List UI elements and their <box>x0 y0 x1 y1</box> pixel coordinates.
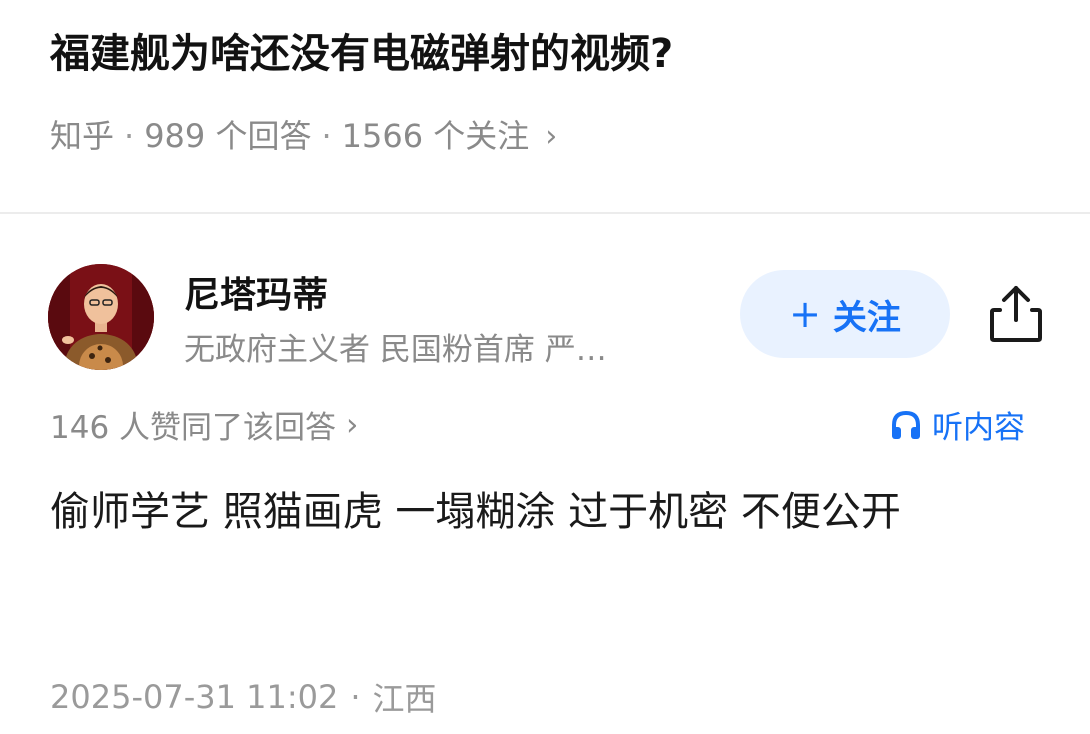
source-label: 知乎 <box>50 117 115 155</box>
share-icon[interactable] <box>986 282 1046 346</box>
chevron-right-icon: › <box>346 406 359 443</box>
answer-location: 江西 <box>372 680 437 718</box>
followers-count: 1566 个关注 <box>341 117 530 155</box>
author-name[interactable]: 尼塔玛蒂 <box>184 266 328 318</box>
likes-text: 146 人赞同了该回答 <box>50 410 337 446</box>
question-title[interactable]: 福建舰为啥还没有电磁弹射的视频? <box>50 28 673 80</box>
meta-separator: · <box>124 117 135 155</box>
avatar[interactable] <box>48 264 154 370</box>
answer-date: 2025-07-31 11:02 <box>50 678 339 716</box>
likes-count[interactable]: 146 人赞同了该回答 › <box>50 402 358 447</box>
answer-footer: 2025-07-31 11:02 · 江西 <box>50 674 437 720</box>
footer-separator: · <box>350 678 361 716</box>
question-meta[interactable]: 知乎 · 989 个回答 · 1566 个关注 › <box>50 116 557 158</box>
headphones-icon <box>892 410 920 439</box>
follow-label: 关注 <box>832 297 901 338</box>
answer-content[interactable]: 偷师学艺 照猫画虎 一塌糊涂 过于机密 不便公开 <box>50 474 1050 550</box>
avatar-photo-icon <box>48 264 154 370</box>
listen-button[interactable]: 听内容 <box>888 402 1025 447</box>
answers-count: 989 个回答 <box>144 117 312 155</box>
follow-button[interactable]: + 关注 <box>740 270 950 358</box>
meta-separator: · <box>321 117 332 155</box>
plus-icon: + <box>789 292 821 336</box>
author-bio: 无政府主义者 民国粉首席 严… <box>184 332 607 368</box>
section-divider <box>0 212 1090 214</box>
chevron-right-icon: › <box>545 119 558 155</box>
listen-label: 听内容 <box>932 410 1025 446</box>
